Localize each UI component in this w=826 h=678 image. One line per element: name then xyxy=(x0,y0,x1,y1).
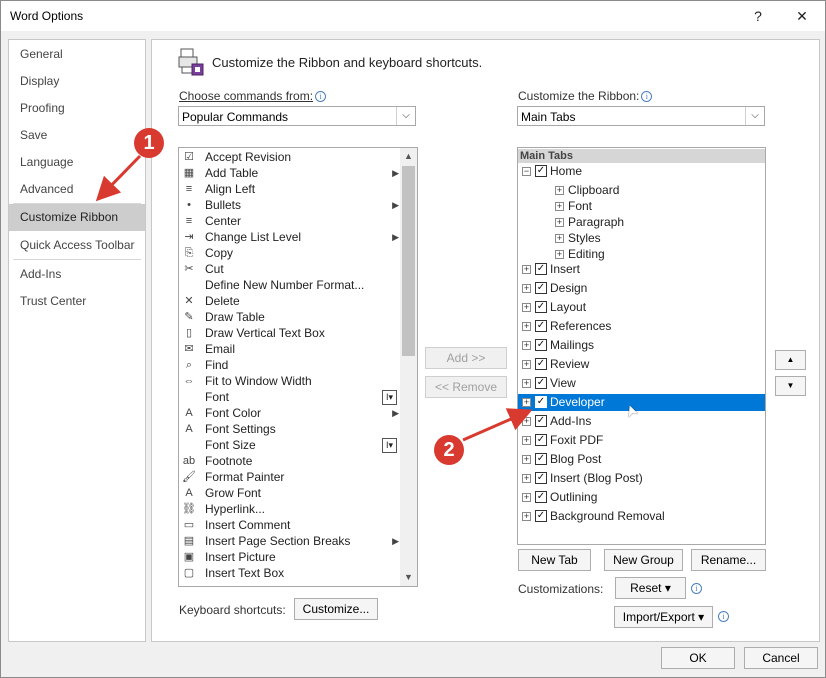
annotation-overlay xyxy=(95,154,533,442)
annotation-arrow-2 xyxy=(462,408,533,442)
annotation-arrow-1 xyxy=(95,154,142,202)
annotation-badge-1: 1 xyxy=(134,128,164,158)
annotation-badge-2: 2 xyxy=(434,435,464,465)
